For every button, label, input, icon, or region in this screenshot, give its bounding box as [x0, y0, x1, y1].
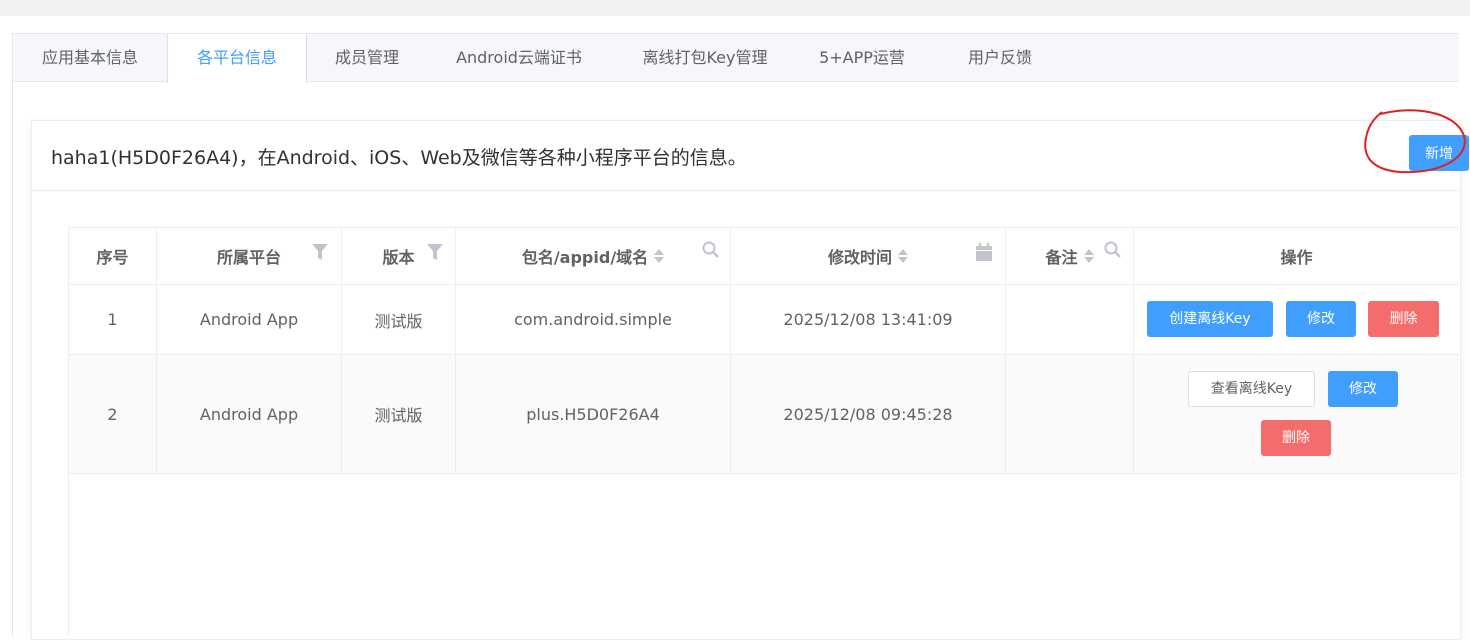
edit-button[interactable]: 修改: [1328, 371, 1398, 407]
tab-feedback[interactable]: 用户反馈: [925, 34, 1075, 82]
tab-android-cert[interactable]: Android云端证书: [427, 34, 611, 82]
filter-icon[interactable]: [311, 242, 329, 262]
table-empty-area: [69, 474, 1459, 637]
table-header-row: 序号 所属平台 版本 包名/appid/域名 修改时间 备注 操作: [69, 228, 1459, 285]
delete-button[interactable]: 删除: [1261, 420, 1331, 456]
row-platform: Android App: [157, 355, 342, 473]
col-package-header: 包名/appid/域名: [456, 228, 731, 284]
calendar-icon[interactable]: [975, 242, 993, 262]
row-modified: 2025/12/08 09:45:28: [731, 355, 1006, 473]
add-button[interactable]: 新增: [1409, 135, 1469, 171]
col-note-header: 备注: [1006, 228, 1134, 284]
sort-icon[interactable]: [1083, 248, 1094, 264]
tab-bar: 应用基本信息 各平台信息 成员管理 Android云端证书 离线打包Key管理 …: [13, 34, 1459, 83]
top-strip: [0, 0, 1470, 16]
card-title: haha1(H5D0F26A4)，在Android、iOS、Web及微信等各种小…: [51, 147, 747, 169]
row-note: [1006, 355, 1134, 473]
card-header: haha1(H5D0F26A4)，在Android、iOS、Web及微信等各种小…: [32, 121, 1469, 191]
row-note: [1006, 285, 1134, 354]
row-index: 1: [69, 285, 157, 354]
row-actions: 查看离线Key 修改 删除: [1134, 355, 1459, 473]
col-modified-header: 修改时间: [731, 228, 1006, 284]
row-package: plus.H5D0F26A4: [456, 355, 731, 473]
tab-offline-key[interactable]: 离线打包Key管理: [611, 34, 799, 82]
tab-basic-info[interactable]: 应用基本信息: [13, 34, 167, 82]
col-index-header: 序号: [69, 228, 157, 284]
sort-icon[interactable]: [654, 248, 665, 264]
col-version-header: 版本: [342, 228, 456, 284]
sort-icon[interactable]: [898, 248, 908, 264]
search-icon[interactable]: [702, 240, 720, 260]
col-actions-header: 操作: [1280, 248, 1313, 267]
tab-platform-info[interactable]: 各平台信息: [167, 34, 307, 83]
row-version: 测试版: [342, 355, 456, 473]
table-row: 1 Android App 测试版 com.android.simple 202…: [69, 285, 1459, 355]
create-offline-key-button[interactable]: 创建离线Key: [1147, 301, 1273, 337]
row-modified: 2025/12/08 13:41:09: [731, 285, 1006, 354]
row-index: 2: [69, 355, 157, 473]
table-row: 2 Android App 测试版 plus.H5D0F26A4 2025/12…: [69, 355, 1459, 474]
row-actions: 创建离线Key 修改 删除: [1134, 285, 1459, 354]
tab-members[interactable]: 成员管理: [307, 34, 427, 82]
view-offline-key-button[interactable]: 查看离线Key: [1188, 371, 1315, 407]
edit-button[interactable]: 修改: [1286, 301, 1356, 337]
filter-icon[interactable]: [426, 242, 444, 262]
row-package: com.android.simple: [456, 285, 731, 354]
tab-app-operation[interactable]: 5+APP运营: [799, 34, 925, 82]
delete-button[interactable]: 删除: [1368, 301, 1439, 337]
col-platform-header: 所属平台: [157, 228, 342, 284]
platform-table: 序号 所属平台 版本 包名/appid/域名 修改时间 备注 操作 1 Andr…: [68, 227, 1459, 637]
row-version: 测试版: [342, 285, 456, 354]
row-platform: Android App: [157, 285, 342, 354]
search-icon[interactable]: [1104, 240, 1122, 260]
